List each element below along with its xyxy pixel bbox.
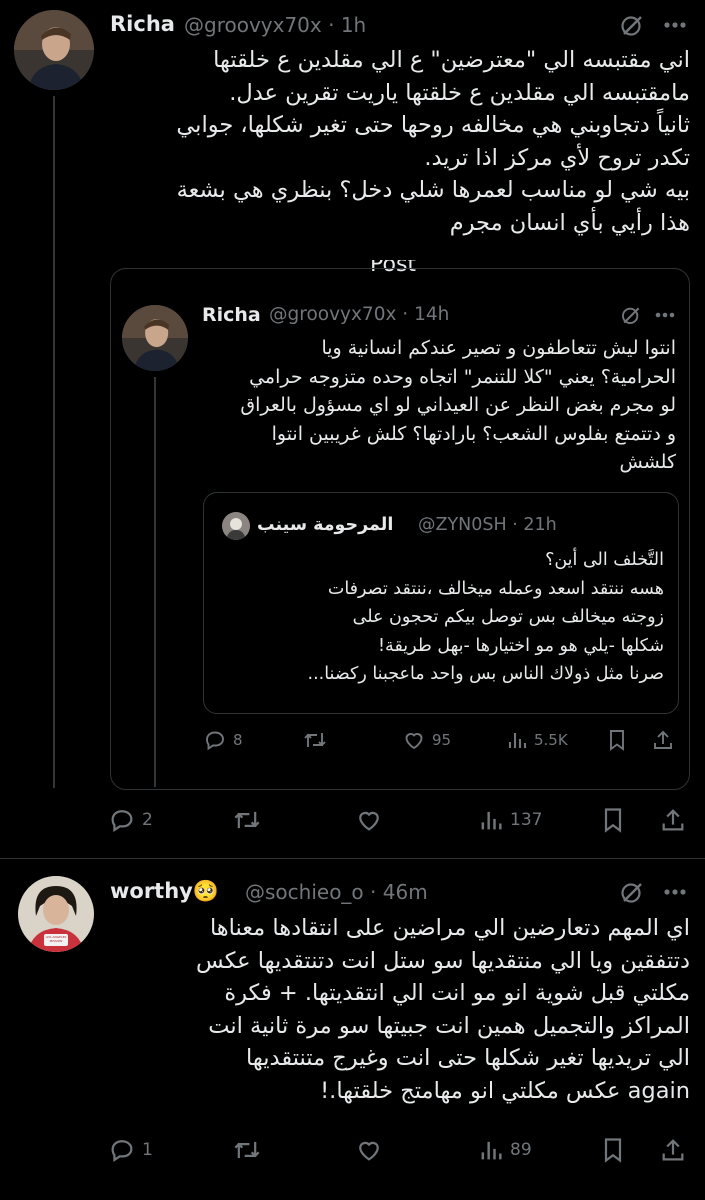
views-icon	[481, 811, 502, 830]
heart-icon	[405, 733, 423, 750]
share-icon	[662, 1139, 684, 1161]
retweet-button[interactable]	[231, 1136, 263, 1164]
post-time[interactable]: 46m	[383, 880, 428, 904]
grok-icon[interactable]	[619, 12, 645, 38]
retweet-button[interactable]	[231, 806, 263, 834]
author-name[interactable]: Richa	[110, 10, 175, 38]
share-icon	[654, 730, 672, 749]
post-time[interactable]: 14h	[414, 304, 449, 325]
post-divider	[0, 858, 705, 859]
views-button[interactable]: 89	[478, 1136, 532, 1164]
quoted-avatar[interactable]	[122, 305, 188, 371]
reply-button[interactable]: 2	[108, 806, 153, 834]
view-count: 137	[510, 810, 543, 830]
quoted-author-handle[interactable]: @groovyx70x · 14h	[269, 302, 449, 328]
profile-photo	[222, 512, 250, 540]
reply-count: 8	[233, 731, 243, 749]
reply-icon	[206, 731, 224, 751]
author-handle[interactable]: @sochieo_o · 46m	[245, 878, 428, 906]
share-button[interactable]	[660, 806, 686, 834]
bookmark-icon	[604, 1138, 622, 1163]
thread-connector	[53, 96, 55, 788]
heart-icon	[359, 811, 379, 831]
like-button[interactable]: 95	[402, 728, 451, 752]
quoted-post-text: انتوا ليش تتعاطفون و تصير عندكم انسانية …	[240, 337, 676, 473]
quoted-thread-connector	[154, 377, 156, 787]
separator-dot: ·	[396, 304, 415, 325]
bookmark-icon	[604, 808, 622, 833]
views-icon	[508, 733, 527, 748]
separator-dot: ·	[506, 515, 524, 535]
author-handle[interactable]: @groovyx70x · 1h	[184, 11, 366, 39]
profile-photo	[14, 10, 94, 90]
author-name-text: worthy	[110, 879, 193, 903]
more-icon[interactable]	[660, 14, 690, 36]
reply-button[interactable]: 8	[203, 728, 243, 752]
views-icon	[481, 1141, 502, 1160]
views-button[interactable]: 5.5K	[506, 728, 568, 752]
reply-icon	[111, 1140, 133, 1162]
handle-text: @groovyx70x	[269, 304, 397, 325]
handle-text: @groovyx70x	[184, 13, 322, 37]
like-button[interactable]	[355, 1136, 383, 1164]
views-button[interactable]: 137	[478, 806, 542, 834]
share-button[interactable]	[660, 1136, 686, 1164]
pleading-face-icon: 🥺	[192, 879, 220, 903]
handle-text: @ZYN0SH	[418, 515, 507, 535]
grok-icon[interactable]	[619, 879, 645, 905]
quoted-author-name[interactable]: Richa	[202, 302, 261, 328]
retweet-icon	[234, 811, 260, 829]
retweet-button[interactable]	[302, 728, 328, 752]
post-text: اني مقتبسه الي "معترضين" ع الي مقلدين ع …	[176, 47, 690, 236]
share-icon	[662, 809, 684, 831]
separator-dot: ·	[321, 13, 341, 37]
more-icon[interactable]	[660, 881, 690, 903]
post-time[interactable]: 21h	[523, 515, 556, 535]
post-time[interactable]: 1h	[341, 13, 366, 37]
post-text: اي المهم دتعارضين الي مراضين على انتقاده…	[196, 915, 690, 1104]
bookmark-icon	[610, 730, 624, 751]
view-count: 5.5K	[534, 731, 568, 749]
like-count: 95	[432, 731, 452, 749]
author-name[interactable]: worthy🥺	[110, 877, 219, 905]
avatar[interactable]	[14, 10, 94, 90]
view-count: 89	[510, 1140, 532, 1160]
profile-photo	[122, 305, 188, 371]
nested-author-name[interactable]: المرحومة سينب	[257, 512, 393, 538]
reply-count: 2	[142, 810, 153, 830]
bookmark-button[interactable]	[600, 806, 626, 834]
share-button[interactable]	[652, 728, 674, 752]
bookmark-button[interactable]	[606, 728, 628, 752]
reply-icon	[111, 810, 133, 832]
reply-count: 1	[142, 1140, 153, 1160]
separator-dot: ·	[363, 880, 383, 904]
heart-icon	[359, 1141, 379, 1161]
handle-text: @sochieo_o	[245, 880, 364, 904]
nested-post-text: التَّخلف الى أين؟ هسه ننتقد اسعد وعمله م…	[307, 550, 664, 684]
nested-author-handle[interactable]: @ZYN0SH · 21h	[418, 512, 557, 538]
like-button[interactable]	[355, 806, 383, 834]
retweet-icon	[304, 733, 326, 747]
retweet-icon	[234, 1141, 260, 1159]
more-icon[interactable]	[652, 305, 678, 325]
reply-button[interactable]: 1	[108, 1136, 153, 1164]
nested-avatar[interactable]	[222, 512, 250, 540]
avatar-badge-text: LOS ANGELES MISSION	[45, 935, 67, 943]
bookmark-button[interactable]	[600, 1136, 626, 1164]
grok-icon[interactable]	[620, 304, 642, 326]
